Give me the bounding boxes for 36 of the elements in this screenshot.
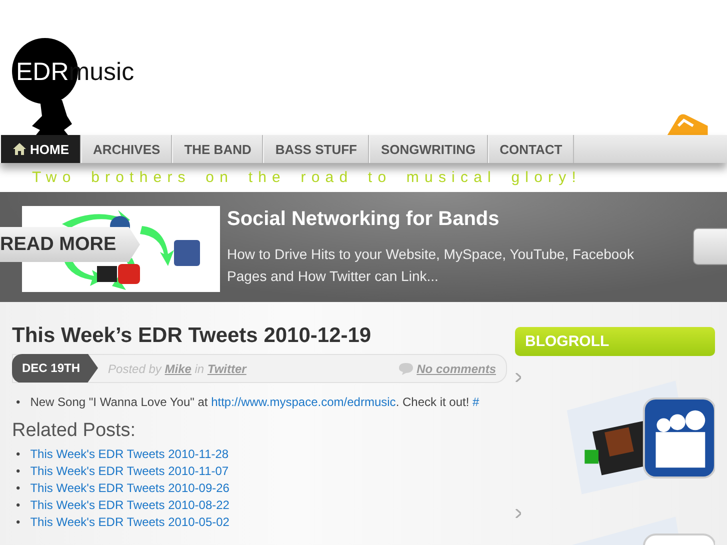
- bullet: •: [16, 447, 20, 462]
- next-button[interactable]: [693, 228, 727, 265]
- related-post-link[interactable]: This Week's EDR Tweets 2010-08-22: [30, 498, 230, 513]
- feature-excerpt: How to Drive Hits to your Website, MySpace, YouTube, Facebook Pages and How Twitter can Link...: [227, 245, 635, 286]
- permalink[interactable]: #: [472, 395, 480, 409]
- nav-tab[interactable]: CONTACT: [488, 135, 574, 163]
- bullet: •: [16, 481, 20, 496]
- related-post-link[interactable]: This Week's EDR Tweets 2010-11-07: [30, 464, 229, 479]
- post-title[interactable]: This Week’s EDR Tweets 2010-12-19: [12, 324, 507, 348]
- bullet: •: [16, 395, 20, 410]
- tweet-text: New Song "I Wanna Love You" at http://www.myspace.com/edrmusic. Check it out! #: [30, 395, 480, 410]
- category-link[interactable]: Twitter: [207, 362, 246, 376]
- nav-tab[interactable]: BASS STUFF: [263, 135, 369, 163]
- bullet: •: [16, 515, 20, 530]
- related-post-link[interactable]: This Week's EDR Tweets 2010-11-28: [30, 447, 229, 462]
- author-link[interactable]: Mike: [164, 362, 192, 376]
- myspace-link[interactable]: http://www.myspace.com/edrmusic: [211, 395, 396, 409]
- post-date: DEC 19TH: [12, 354, 98, 382]
- nav-tab[interactable]: ARCHIVES: [81, 135, 172, 163]
- nav-tab[interactable]: THE BAND: [172, 135, 264, 163]
- comments-link[interactable]: No comments: [416, 362, 496, 376]
- nav-tab[interactable]: HOME: [0, 135, 81, 163]
- nav-tab[interactable]: SONGWRITING: [368, 135, 488, 163]
- feature-title[interactable]: Social Networking for Bands: [227, 208, 500, 231]
- chevron-icon[interactable]: [515, 509, 521, 518]
- related-post-link[interactable]: This Week's EDR Tweets 2010-05-02: [30, 515, 230, 530]
- related-heading: Related Posts:: [12, 420, 137, 442]
- related-post-link[interactable]: This Week's EDR Tweets 2010-09-26: [30, 481, 230, 496]
- read-more-button[interactable]: READ MORE: [0, 227, 140, 262]
- bullet: •: [16, 498, 20, 513]
- tagline: Two brothers on the road to musical glory!: [31, 168, 583, 188]
- home-icon: [13, 143, 26, 155]
- bullet: •: [16, 464, 20, 479]
- speech-bubble-icon: [398, 362, 413, 374]
- chevron-icon[interactable]: [515, 373, 521, 382]
- blogroll-heading: BLOGROLL: [515, 327, 715, 356]
